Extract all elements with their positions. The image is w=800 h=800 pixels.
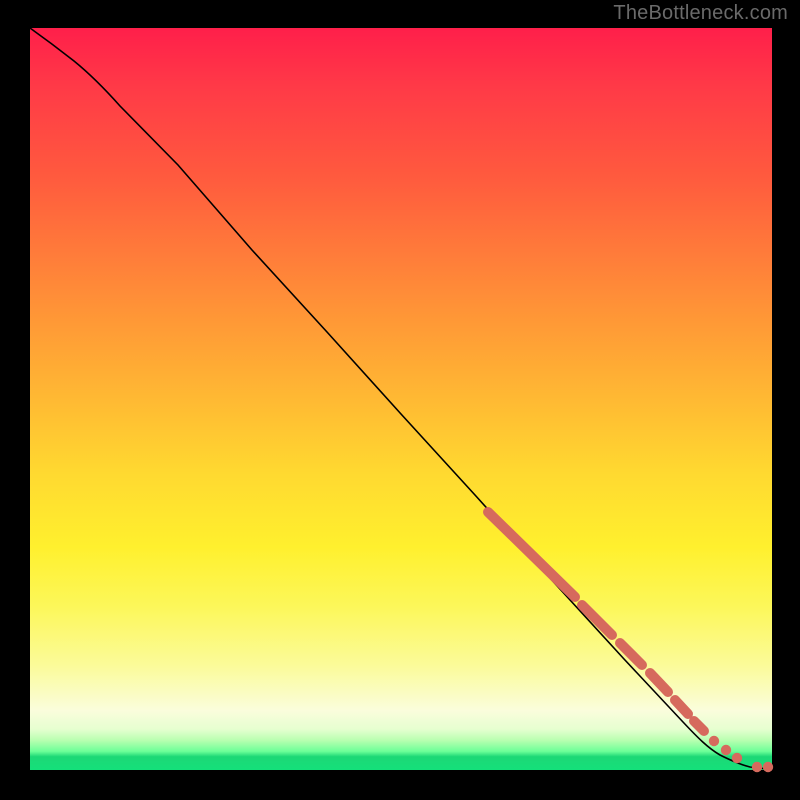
attribution-label: TheBottleneck.com xyxy=(613,2,788,25)
marker-group xyxy=(488,512,773,772)
bottleneck-curve xyxy=(30,28,772,769)
chart-stage: TheBottleneck.com xyxy=(0,0,800,800)
plot-area xyxy=(30,28,772,770)
chart-svg xyxy=(30,28,772,770)
